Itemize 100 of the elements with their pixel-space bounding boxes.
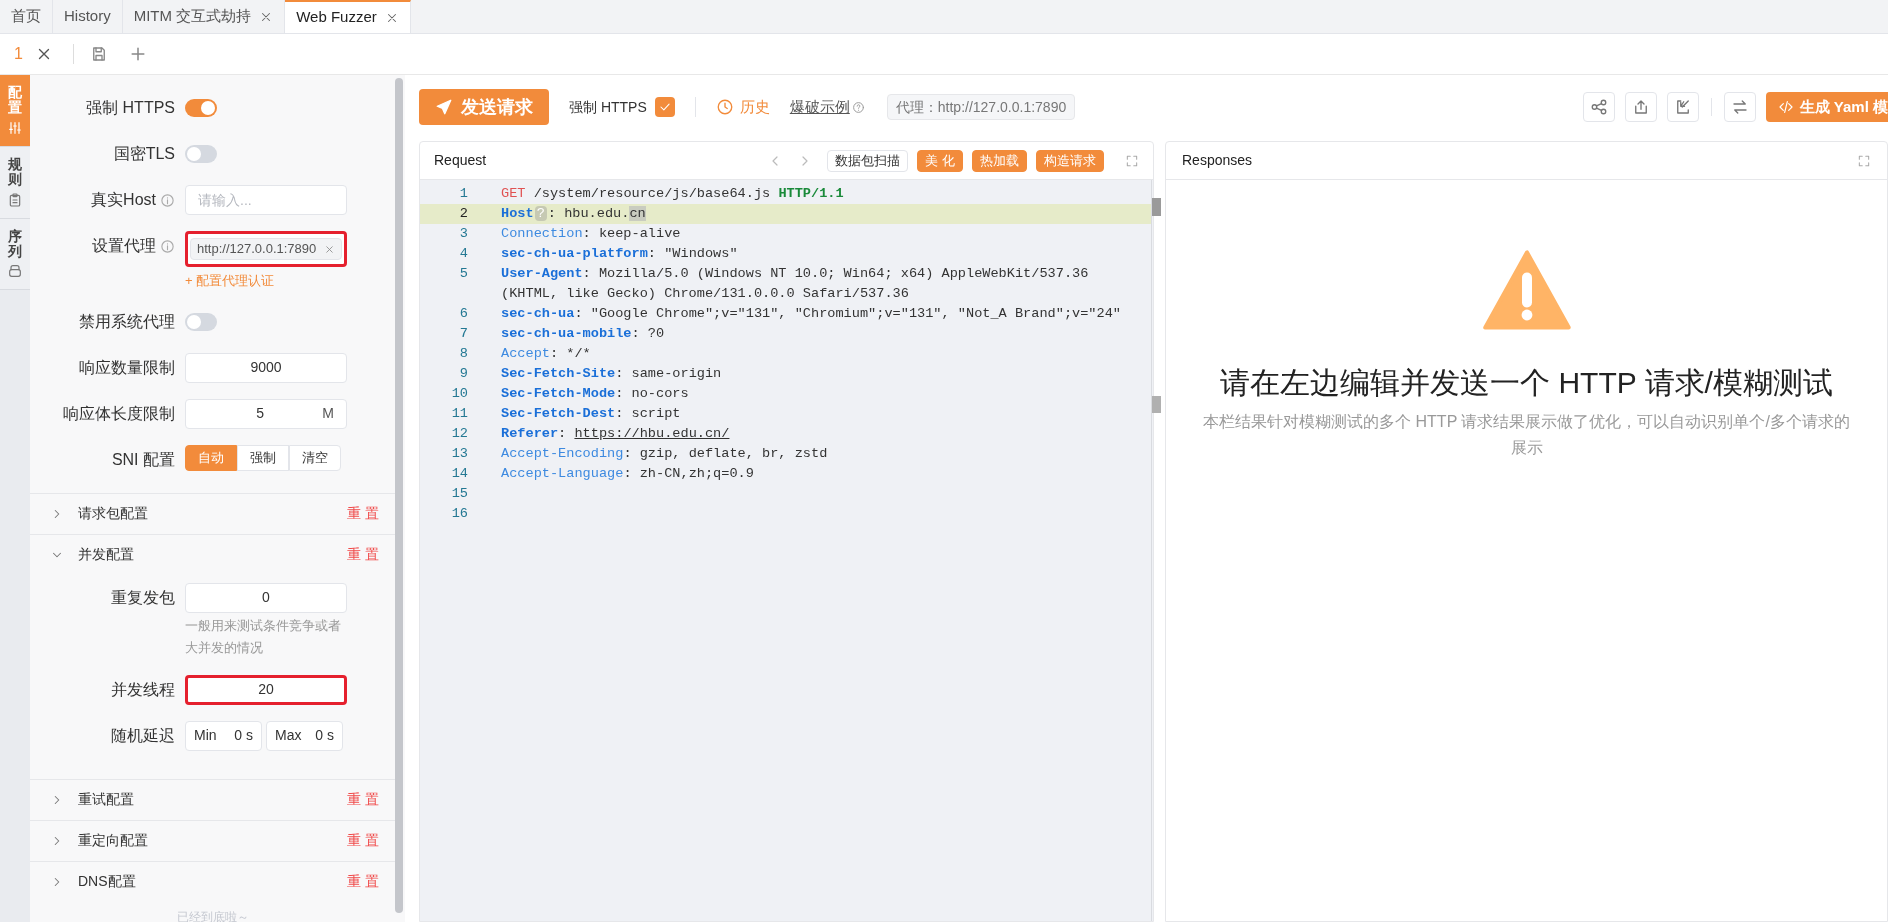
send-icon: [435, 98, 453, 116]
proxy-field[interactable]: http://127.0.0.1:7890: [185, 231, 347, 267]
code-line[interactable]: Host ? : hbu.edu.cn: [501, 204, 1151, 224]
stack-icon: [7, 263, 23, 280]
line-number: 6: [458, 305, 468, 323]
segment-option[interactable]: 清空: [289, 444, 341, 471]
field-label: 设置代理: [92, 236, 156, 256]
number-field[interactable]: Max 0 s: [266, 720, 343, 751]
checkbox[interactable]: [654, 97, 675, 117]
clipboard-icon: [7, 191, 23, 208]
field-label: 禁用系统代理: [79, 311, 175, 332]
section-title: 重试配置: [78, 790, 135, 809]
info-icon: [160, 192, 175, 208]
example-link[interactable]: 爆破示例: [789, 95, 850, 119]
line-number: 15: [450, 485, 468, 503]
clock-icon: [715, 98, 734, 116]
empty-title: 请在左边编辑并发送一个 HTTP 请求/模糊测试: [1220, 365, 1833, 401]
side-tab[interactable]: 规则: [0, 146, 30, 219]
line-number: 7: [458, 325, 468, 343]
tab[interactable]: Web Fuzzer: [285, 0, 411, 33]
line-number: 3: [458, 225, 468, 243]
segment-option[interactable]: 强制: [237, 444, 289, 471]
line-number: 14: [450, 465, 468, 483]
info-icon: [160, 238, 175, 254]
reset-link[interactable]: 重 置: [347, 544, 379, 565]
field-label: 响应数量限制: [79, 357, 175, 378]
reset-link[interactable]: 重 置: [347, 503, 379, 524]
field-label: 随机延迟: [111, 725, 175, 746]
expand-icon[interactable]: [1125, 153, 1139, 168]
section-title: 重定向配置: [78, 831, 149, 850]
proxy-badge: 代理：http://127.0.0.1:7890: [886, 94, 1076, 120]
toggle-switch[interactable]: [185, 99, 217, 117]
tab[interactable]: History: [53, 0, 123, 33]
editor-scrollbar[interactable]: [1151, 180, 1161, 921]
section-header[interactable]: DNS配置 重 置: [30, 861, 395, 902]
toolbar-button[interactable]: 数据包扫描: [827, 149, 909, 172]
line-number: 1: [458, 185, 468, 203]
number-field[interactable]: Min 0 s: [185, 720, 262, 751]
line-number: 5: [458, 265, 468, 283]
code-line[interactable]: Accept: */*: [501, 344, 1151, 364]
line-number: 12: [450, 425, 468, 443]
input-field[interactable]: 9000: [185, 352, 347, 383]
code-line[interactable]: Sec-Fetch-Dest: script: [501, 404, 1151, 424]
code-line[interactable]: Connection: keep-alive: [501, 224, 1151, 244]
line-number: 13: [450, 445, 468, 463]
field-label: 国密TLS: [113, 144, 175, 164]
section-header[interactable]: 重定向配置 重 置: [30, 820, 395, 861]
line-number: 2: [458, 205, 468, 223]
icon-button[interactable]: [1582, 92, 1615, 122]
proxy-tag[interactable]: http://127.0.0.1:7890: [190, 238, 343, 260]
icon-button[interactable]: [1666, 92, 1699, 122]
field-label: 强制 HTTPS: [86, 98, 175, 118]
toggle-switch[interactable]: [185, 145, 217, 163]
code-line[interactable]: User-Agent: Mozilla/5.0 (Windows NT 10.0; Win64; x64) AppleWebKit/537.36 (KHTML, like Gecko) Chrome/131.0.0.0 Safari/537.36: [501, 264, 1151, 304]
tab[interactable]: 首页: [0, 0, 53, 33]
section-header[interactable]: 请求包配置 重 置: [30, 493, 395, 534]
checkbox-label: 强制 HTTPS: [569, 97, 647, 117]
field-label: 重复发包: [111, 587, 175, 608]
expand-icon[interactable]: [1857, 153, 1871, 168]
code-line[interactable]: Accept-Language: zh-CN,zh;q=0.9: [501, 464, 1151, 484]
code-line[interactable]: sec-ch-ua-platform: "Windows": [501, 244, 1151, 264]
code-line[interactable]: Sec-Fetch-Mode: no-cors: [501, 384, 1151, 404]
input-field[interactable]: 5 M: [185, 398, 347, 429]
code-line[interactable]: GET /system/resource/js/base64.js HTTP/1.1: [501, 184, 1151, 204]
field-label: 并发线程: [111, 679, 175, 700]
code-icon: [1777, 99, 1794, 115]
line-number: 4: [458, 245, 468, 263]
input-field[interactable]: 0: [185, 582, 347, 613]
section-title: DNS配置: [78, 872, 137, 891]
side-tab[interactable]: 序列: [0, 218, 30, 291]
code-line[interactable]: sec-ch-ua: "Google Chrome";v="131", "Chromium";v="131", "Not_A Brand";v="24": [501, 304, 1151, 324]
toggle-switch[interactable]: [185, 312, 217, 331]
code-line[interactable]: Sec-Fetch-Site: same-origin: [501, 364, 1151, 384]
code-line[interactable]: Referer: https://hbu.edu.cn/: [501, 424, 1151, 444]
swap-icon: [1730, 98, 1749, 116]
panel-title: Responses: [1182, 151, 1254, 170]
reset-link[interactable]: 重 置: [347, 789, 379, 810]
line-number: 10: [450, 385, 468, 403]
icon-button[interactable]: [1723, 92, 1756, 122]
line-number: 16: [450, 505, 468, 523]
reset-link[interactable]: 重 置: [347, 871, 379, 892]
sliders-icon: [7, 119, 23, 136]
section-header[interactable]: 并发配置 重 置: [30, 534, 395, 575]
section-header[interactable]: 重试配置 重 置: [30, 779, 395, 820]
section-title: 并发配置: [78, 545, 135, 564]
help-icon: [851, 100, 865, 114]
scrollbar[interactable]: [395, 78, 403, 913]
line-number: 11: [450, 405, 468, 423]
icon-button[interactable]: [1624, 92, 1657, 122]
code-line[interactable]: sec-ch-ua-mobile: ?0: [501, 324, 1151, 344]
section-title: 请求包配置: [78, 504, 149, 523]
field-label: SNI 配置: [111, 449, 175, 470]
reset-link[interactable]: 重 置: [347, 830, 379, 851]
input-field[interactable]: 20: [185, 674, 347, 705]
field-label: 响应体长度限制: [63, 403, 175, 424]
share-icon: [1589, 98, 1608, 116]
line-number: 9: [458, 365, 468, 383]
empty-description: 本栏结果针对模糊测试的多个 HTTP 请求结果展示做了优化，可以自动识别单个/多个请求的展示: [1202, 412, 1851, 458]
line-number: 8: [458, 345, 468, 363]
code-line[interactable]: Accept-Encoding: gzip, deflate, br, zstd: [501, 444, 1151, 464]
